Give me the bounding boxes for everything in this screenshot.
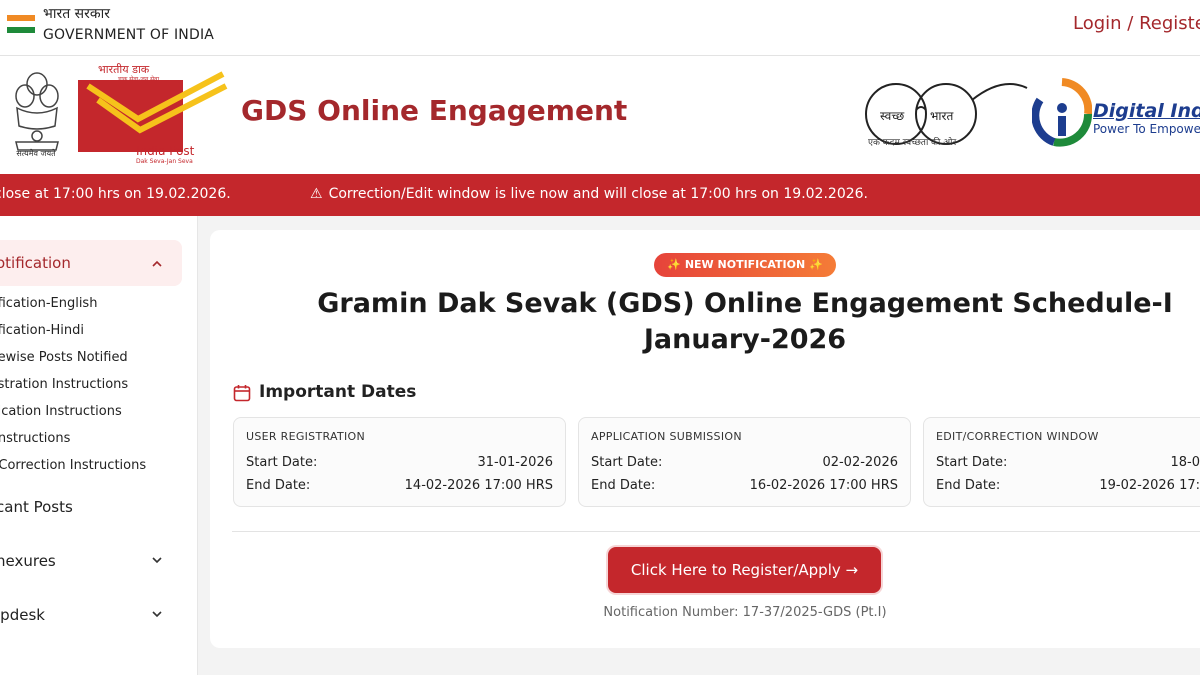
end-date-value: 19-02-2026 17:: [1099, 478, 1200, 493]
sidebar-sub-instructions[interactable]: Instructions: [0, 431, 70, 446]
start-date-value: 31-01-2026: [477, 455, 553, 470]
sidebar-item-notification-label: otification: [0, 254, 71, 272]
sidebar-sub-notification-english[interactable]: ification-English: [0, 296, 97, 311]
end-date-label: End Date:: [591, 478, 656, 493]
chevron-up-icon[interactable]: [151, 258, 163, 270]
india-flag-icon: [7, 15, 35, 33]
swachh-caption: एक कदम स्वच्छता की ओर: [868, 138, 957, 148]
page-title-line-2: January-2026: [643, 324, 847, 355]
start-date-label: Start Date:: [591, 455, 663, 470]
section-divider: [232, 531, 1200, 532]
end-date-value: 16-02-2026 17:00 HRS: [749, 478, 898, 493]
gov-top-bar: भारत सरकार GOVERNMENT OF INDIA Login / R…: [0, 0, 1200, 56]
sidebar-sub-application-instructions[interactable]: lication Instructions: [0, 404, 122, 419]
start-date-value: 18-0: [1170, 455, 1200, 470]
swachh-left-label: स्वच्छ: [880, 109, 905, 123]
register-apply-button[interactable]: Click Here to Register/Apply →: [608, 547, 881, 593]
sidebar-item-annexures[interactable]: nexures: [0, 552, 56, 570]
calendar-icon: [233, 385, 251, 402]
chevron-down-icon[interactable]: [151, 554, 163, 566]
start-date-label: Start Date:: [246, 455, 318, 470]
date-card-application-submission: APPLICATION SUBMISSION Start Date: 02-02…: [578, 417, 911, 507]
notification-number: Notification Number: 17-37/2025-GDS (Pt.…: [603, 605, 887, 620]
end-date-value: 14-02-2026 17:00 HRS: [404, 478, 553, 493]
date-card-heading: USER REGISTRATION: [246, 430, 366, 443]
ticker-message-2: ⚠ Correction/Edit window is live now and …: [310, 186, 868, 202]
sidebar-sub-correction-instructions[interactable]: /Correction Instructions: [0, 458, 146, 473]
sidebar-nav: otification ification-English ification-…: [0, 216, 198, 675]
sidebar-sub-notification-hindi[interactable]: ification-Hindi: [0, 323, 84, 338]
emblem-caption: सत्यमेव जयते: [16, 149, 56, 158]
india-post-logo: भारतीय डाक डाक सेवा-जन सेवा India Post D…: [78, 63, 228, 168]
important-dates-heading: Important Dates: [259, 382, 417, 402]
ticker-message-2-text: Correction/Edit window is live now and w…: [328, 186, 868, 202]
sidebar-item-helpdesk[interactable]: lpdesk: [0, 606, 45, 624]
new-notification-badge: ✨ NEW NOTIFICATION ✨: [654, 253, 836, 277]
swachh-right-label: भारत: [930, 109, 954, 123]
end-date-label: End Date:: [936, 478, 1001, 493]
gov-hindi-label: भारत सरकार: [43, 6, 110, 22]
date-card-heading: APPLICATION SUBMISSION: [591, 430, 742, 443]
start-date-value: 02-02-2026: [822, 455, 898, 470]
date-card-user-registration: USER REGISTRATION Start Date: 31-01-2026…: [233, 417, 566, 507]
start-date-label: Start Date:: [936, 455, 1008, 470]
date-card-edit-correction-window: EDIT/CORRECTION WINDOW Start Date: 18-0 …: [923, 417, 1200, 507]
end-date-label: End Date:: [246, 478, 311, 493]
india-post-hindi-tagline: डाक सेवा-जन सेवा: [118, 76, 160, 83]
sidebar-sub-registration-instructions[interactable]: istration Instructions: [0, 377, 128, 392]
gov-english-label: GOVERNMENT OF INDIA: [43, 27, 215, 43]
chevron-down-icon[interactable]: [151, 608, 163, 620]
india-post-english-tagline: Dak Seva-Jan Seva: [136, 158, 193, 165]
announcement-ticker: close at 17:00 hrs on 19.02.2026. ⚠ Corre…: [0, 174, 1200, 216]
sidebar-item-vacant-posts[interactable]: cant Posts: [0, 498, 73, 516]
warning-icon: ⚠: [310, 186, 323, 202]
page-title: Gramin Dak Sevak (GDS) Online Engagement…: [300, 286, 1190, 358]
date-card-heading: EDIT/CORRECTION WINDOW: [936, 430, 1099, 443]
digital-india-subtitle: Power To Empowe: [1093, 122, 1200, 136]
india-post-english: India Post: [136, 144, 195, 158]
digital-india-logo-icon: [1032, 78, 1092, 147]
site-title: GDS Online Engagement: [241, 94, 628, 127]
sidebar-sub-posts-notified[interactable]: lewise Posts Notified: [0, 350, 128, 365]
page-title-line-1: Gramin Dak Sevak (GDS) Online Engagement…: [317, 288, 1173, 319]
login-register-link[interactable]: Login / Registe: [1073, 13, 1200, 34]
site-header: सत्यमेव जयते भारतीय डाक डाक सेवा-जन सेवा…: [0, 56, 1200, 174]
digital-india-title: Digital Indi: [1093, 100, 1200, 122]
ticker-message-1: close at 17:00 hrs on 19.02.2026.: [0, 186, 231, 202]
